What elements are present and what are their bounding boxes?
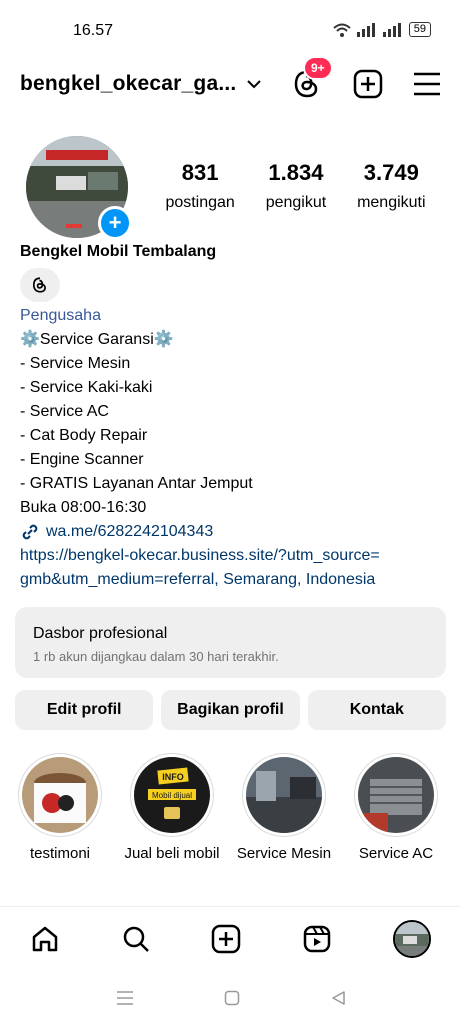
highlight-cover: INFO Mobil dijual (134, 757, 210, 833)
bio: Pengusaha ⚙️Service Garansi⚙️ - Service … (20, 304, 440, 592)
website-link[interactable]: https://bengkel-okecar.business.site/?ut… (20, 544, 440, 568)
add-story-button[interactable]: + (98, 206, 132, 240)
wa-link-row[interactable]: wa.me/6282242104343 (20, 520, 440, 544)
followers-count[interactable]: 1.834 pengikut (266, 160, 327, 212)
profile-name: Bengkel Mobil Tembalang (20, 243, 217, 260)
highlight-item[interactable]: INFO Mobil dijual Jual beli mobil (122, 753, 222, 862)
status-bar: 16.57 59 (0, 0, 461, 60)
bio-line: - Cat Body Repair (20, 427, 148, 444)
chevron-down-icon[interactable] (246, 79, 262, 89)
bio-line: - Service AC (20, 403, 109, 420)
highlight-cover (246, 757, 322, 833)
notification-badge: 9+ (303, 56, 333, 80)
clock: 16.57 (73, 22, 114, 39)
recents-icon[interactable] (116, 990, 134, 1006)
stat-label: pengikut (265, 194, 327, 211)
bio-line: ⚙️Service Garansi⚙️ (20, 331, 174, 348)
highlight-label: testimoni (29, 845, 91, 862)
search-icon[interactable] (121, 924, 151, 954)
top-bar: bengkel_okecar_ga... 9+ (20, 56, 441, 108)
posts-count[interactable]: 831 postingan (165, 160, 234, 212)
profile-category[interactable]: Pengusaha (20, 304, 440, 328)
bottom-nav (0, 906, 461, 971)
create-icon[interactable] (211, 924, 241, 954)
website-link-cont[interactable]: gmb&utm_medium=referral, Semarang, Indon… (20, 568, 440, 592)
professional-dashboard[interactable]: Dasbor profesional 1 rb akun dijangkau d… (15, 607, 446, 678)
highlight-item[interactable]: Service Mesin (234, 753, 334, 862)
story-highlights: testimoni INFO Mobil dijual Jual beli mo… (12, 753, 461, 873)
back-icon[interactable] (330, 990, 346, 1006)
highlight-cover (358, 757, 434, 833)
highlight-item[interactable]: testimoni (12, 753, 110, 862)
edit-profile-button[interactable]: Edit profil (15, 690, 154, 730)
threads-button[interactable]: 9+ (291, 56, 333, 100)
whatsapp-link[interactable]: wa.me/6282242104343 (46, 520, 213, 544)
engine-service-photo (246, 757, 322, 833)
coffee-mug-photo (22, 757, 98, 833)
dashboard-subtitle: 1 rb akun dijangkau dalam 30 hari terakh… (33, 649, 279, 664)
menu-icon[interactable] (413, 72, 441, 96)
stat-label: mengikuti (357, 194, 426, 211)
threads-icon (32, 277, 46, 293)
signal-2-icon (382, 22, 401, 37)
highlight-label: Service Mesin (236, 845, 332, 862)
contact-button[interactable]: Kontak (307, 690, 446, 730)
stat-value: 831 (181, 160, 219, 185)
wifi-icon (333, 23, 351, 37)
sticker-info-text: INFO (162, 772, 184, 782)
signal-icon (356, 22, 375, 37)
status-icons: 59 (333, 22, 431, 37)
account-switcher[interactable]: bengkel_okecar_ga... (20, 72, 236, 96)
home-icon[interactable] (30, 924, 60, 954)
bio-line: - Service Kaki-kaki (20, 379, 153, 396)
link-icon (22, 524, 38, 540)
battery-indicator: 59 (408, 22, 431, 37)
highlight-label: Jual beli mobil (124, 845, 220, 862)
profile-stats: 831 postingan 1.834 pengikut 3.749 mengi… (150, 160, 441, 212)
system-nav (0, 978, 461, 1018)
stat-label: postingan (165, 194, 235, 211)
reels-icon[interactable] (302, 924, 332, 954)
bio-line: - Service Mesin (20, 355, 131, 372)
create-post-icon[interactable] (353, 69, 383, 99)
threads-profile-link[interactable] (20, 268, 60, 302)
highlight-cover (22, 757, 98, 833)
home-button-icon[interactable] (224, 990, 240, 1006)
ac-service-photo (358, 757, 434, 833)
profile-thumbnail (394, 922, 429, 956)
share-profile-button[interactable]: Bagikan profil (161, 690, 300, 730)
info-sticker-cover: INFO Mobil dijual (134, 757, 210, 833)
profile-tab-avatar[interactable] (392, 920, 431, 958)
bio-line: Buka 08:00-16:30 (20, 499, 147, 516)
highlight-item[interactable]: Service AC (346, 753, 446, 862)
sticker-mobil-text: Mobil dijual (152, 791, 192, 800)
bio-line: - GRATIS Layanan Antar Jemput (20, 475, 253, 492)
dashboard-title: Dasbor profesional (33, 625, 168, 642)
bio-line: - Engine Scanner (20, 451, 144, 468)
stat-value: 3.749 (363, 160, 419, 185)
stat-value: 1.834 (268, 160, 324, 185)
following-count[interactable]: 3.749 mengikuti (357, 160, 425, 212)
profile-actions: Edit profil Bagikan profil Kontak (15, 690, 446, 730)
highlight-label: Service AC (358, 845, 434, 862)
